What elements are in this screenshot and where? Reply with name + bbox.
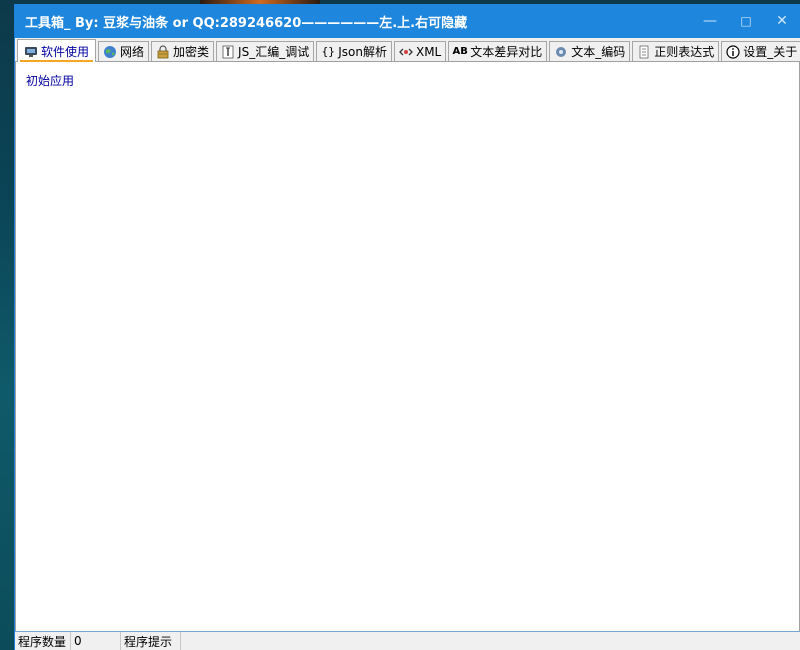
encrypt-icon [156,44,170,59]
encoding-icon [554,45,568,59]
xml-icon [399,45,413,59]
status-count-value: 0 [71,632,121,650]
tab-label: 网络 [120,45,145,59]
tab-settings-about[interactable]: 设置_关于 [721,41,800,61]
tab-text-diff[interactable]: AB 文本差异对比 [448,41,548,61]
json-icon: {} [321,45,335,58]
tab-bar: 软件使用 网络 加密类 JS_汇编_调试 {} Json解析 XML AB 文本… [15,38,800,62]
info-icon [726,44,740,59]
regex-icon [637,45,651,59]
window-controls: — □ ✕ [692,4,800,38]
tab-label: Json解析 [338,45,387,59]
app-window: 工具箱_ By: 豆浆与油条 or QQ:289246620——————左.上.… [14,4,800,650]
tab-label: XML [415,44,442,59]
tab-regex[interactable]: 正则表达式 [632,41,720,61]
maximize-button[interactable]: □ [728,4,764,38]
status-count-label: 程序数量 [15,632,71,650]
close-button[interactable]: ✕ [764,4,800,38]
status-hint-label: 程序提示 [121,632,181,650]
globe-icon [103,45,117,59]
tab-label: 文本_编码 [571,45,626,59]
tab-label: 加密类 [173,45,210,59]
app-item-initial[interactable]: 初始应用 [26,72,74,89]
software-icon [24,44,38,58]
tab-software-usage[interactable]: 软件使用 [17,39,97,62]
window-title: 工具箱_ By: 豆浆与油条 or QQ:289246620——————左.上.… [25,15,468,31]
tab-encryption[interactable]: 加密类 [151,41,215,61]
js-icon [221,45,235,59]
tab-js-asm-debug[interactable]: JS_汇编_调试 [216,41,315,61]
tab-content-panel: 初始应用 [15,62,800,632]
status-bar: 程序数量 0 程序提示 [15,631,800,650]
title-bar[interactable]: 工具箱_ By: 豆浆与油条 or QQ:289246620——————左.上.… [15,4,800,38]
tab-network[interactable]: 网络 [98,41,150,61]
tab-xml[interactable]: XML [393,41,447,61]
tab-label: 文本差异对比 [470,45,543,59]
text-diff-icon: AB [452,45,468,57]
tab-json-parse[interactable]: {} Json解析 [316,41,392,61]
tab-label: 正则表达式 [654,45,715,59]
tab-text-encoding[interactable]: 文本_编码 [549,41,631,61]
minimize-button[interactable]: — [692,4,728,38]
tab-label: 软件使用 [41,44,90,59]
tab-label: 设置_关于 [743,45,798,59]
tab-label: JS_汇编_调试 [238,45,310,59]
